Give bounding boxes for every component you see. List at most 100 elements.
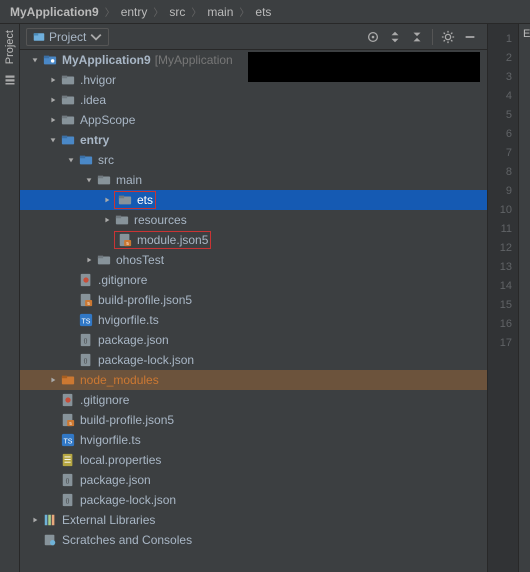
tree-item-build-profile-root[interactable]: 5build-profile.json5 [20,410,487,430]
line-number: 1 [488,30,518,49]
tree-item-node-modules[interactable]: node_modules [20,370,487,390]
chevron-right-icon: 〉 [187,4,205,19]
gitignore-icon [60,392,76,408]
svg-text:{}: {} [84,359,88,365]
tree-item-external-libraries[interactable]: External Libraries [20,510,487,530]
crumb-ets[interactable]: ets [253,5,273,19]
chevron-right-icon[interactable] [48,375,58,385]
chevron-right-icon[interactable] [48,95,58,105]
tree-label: package.json [80,473,151,487]
breadcrumb: MyApplication9 〉 entry 〉 src 〉 main 〉 et… [0,0,530,24]
tree-item-hvigorfile-root[interactable]: TS hvigorfile.ts [20,430,487,450]
line-number: 7 [488,144,518,163]
line-number: 14 [488,277,518,296]
arrow-spacer [48,475,58,485]
chevron-right-icon: 〉 [101,4,119,19]
project-icon [33,31,45,43]
scratches-icon [42,532,58,548]
arrow-spacer [48,455,58,465]
svg-text:TS: TS [64,439,73,446]
tree-label: .hvigor [80,73,116,87]
tree-item-ohostest[interactable]: ohosTest [20,250,487,270]
ts-icon: TS [78,312,94,328]
tree-label: AppScope [80,113,135,127]
collapse-all-icon[interactable] [409,29,425,45]
editor-tab-stub: TS En [518,24,530,572]
svg-text:TS: TS [82,319,91,326]
folder-icon [96,252,112,268]
chevron-down-icon[interactable] [84,175,94,185]
tree-item-build-profile-entry[interactable]: 5 build-profile.json5 [20,290,487,310]
crumb-src[interactable]: src [167,5,187,19]
tree-label: main [116,173,142,187]
tree-item-scratches[interactable]: Scratches and Consoles [20,530,487,550]
tree-label: Scratches and Consoles [62,533,192,547]
redaction-overlay [248,52,480,82]
hide-icon[interactable] [462,29,478,45]
tree-label: hvigorfile.ts [80,433,141,447]
chevron-right-icon: 〉 [149,4,167,19]
tree-item-idea[interactable]: .idea [20,90,487,110]
tree-item-entry[interactable]: entry [20,130,487,150]
folder-icon [96,172,112,188]
tree-item-module-json5[interactable]: 5module.json5 [20,230,487,250]
line-number: 11 [488,220,518,239]
tree-label: .gitignore [98,273,147,287]
tree-item-local-properties[interactable]: local.properties [20,450,487,470]
gear-icon[interactable] [440,29,456,45]
tree-item-resources[interactable]: resources [20,210,487,230]
chevron-right-icon[interactable] [30,515,40,525]
line-number: 9 [488,182,518,201]
chevron-down-icon[interactable] [66,155,76,165]
folder-icon [117,192,133,208]
folder-icon [114,212,130,228]
tree-item-src[interactable]: src [20,150,487,170]
svg-text:{}: {} [66,499,70,505]
select-opened-icon[interactable] [365,29,381,45]
tree-label: ets [137,193,153,207]
tree-item-package-lock-entry[interactable]: {}package-lock.json [20,350,487,370]
chevron-right-icon[interactable] [48,115,58,125]
structure-icon[interactable] [4,74,16,86]
tree-item-gitignore-entry[interactable]: .gitignore [20,270,487,290]
editor-gutter: 1234567891011121314151617 [488,24,518,572]
crumb-main[interactable]: main [205,5,235,19]
project-tree[interactable]: MyApplication9[MyApplication.hvigor.idea… [20,50,487,572]
arrow-spacer [48,395,58,405]
chevron-right-icon[interactable] [102,215,112,225]
crumb-root[interactable]: MyApplication9 [8,5,101,19]
tree-item-hvigorfile-entry[interactable]: TS hvigorfile.ts [20,310,487,330]
module-icon [60,132,76,148]
tree-label: hvigorfile.ts [98,313,159,327]
tree-item-package-root[interactable]: {} package.json [20,470,487,490]
expand-all-icon[interactable] [387,29,403,45]
line-number: 13 [488,258,518,277]
json-icon: {} [60,492,76,508]
tree-item-appscope[interactable]: AppScope [20,110,487,130]
tree-item-package-lock-root[interactable]: {} package-lock.json [20,490,487,510]
line-number: 17 [488,334,518,353]
tree-item-main[interactable]: main [20,170,487,190]
tree-label: .idea [80,93,106,107]
chevron-right-icon[interactable] [84,255,94,265]
project-tool-tab[interactable]: Project [4,30,16,64]
chevron-down-icon[interactable] [30,55,40,65]
json5-icon: 5 [78,292,94,308]
chevron-right-icon[interactable] [102,195,112,205]
tree-item-gitignore-root[interactable]: .gitignore [20,390,487,410]
crumb-entry[interactable]: entry [119,5,150,19]
tree-item-package-entry[interactable]: {}package.json [20,330,487,350]
svg-text:{}: {} [66,479,70,485]
json-icon: {} [78,332,94,348]
arrow-spacer [66,355,76,365]
tree-label: package-lock.json [80,493,176,507]
tree-label: src [98,153,114,167]
chevron-right-icon[interactable] [48,75,58,85]
libraries-icon [42,512,58,528]
chevron-right-icon: 〉 [235,4,253,19]
chevron-down-icon[interactable] [48,135,58,145]
panel-header: Project [20,24,487,50]
tree-label: build-profile.json5 [98,293,192,307]
panel-view-dropdown[interactable]: Project [26,28,109,46]
tree-item-ets[interactable]: ets [20,190,487,210]
